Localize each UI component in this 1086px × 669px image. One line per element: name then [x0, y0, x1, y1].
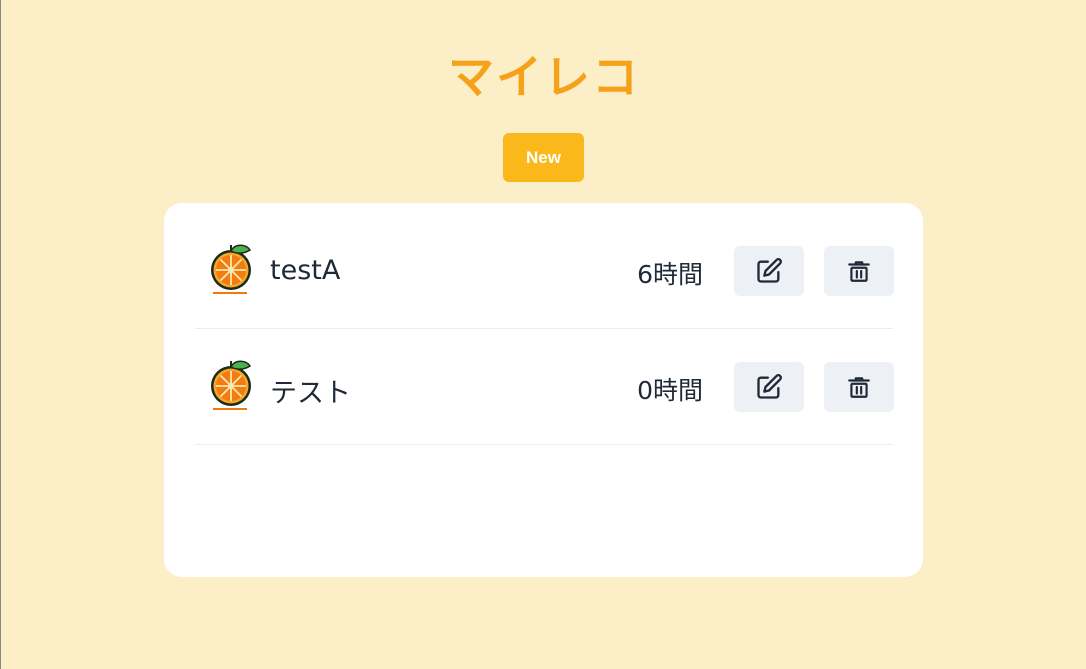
- record-name: テスト: [270, 378, 351, 409]
- delete-button[interactable]: [824, 362, 894, 412]
- record-row: テスト 0時間: [195, 329, 894, 445]
- edit-button[interactable]: [734, 362, 804, 412]
- new-button[interactable]: New: [503, 133, 584, 182]
- edit-icon: [757, 374, 782, 399]
- record-hours: 6時間: [637, 260, 703, 289]
- record-name: testA: [270, 255, 341, 286]
- trash-icon: [848, 377, 870, 398]
- edit-button[interactable]: [734, 246, 804, 296]
- orange-icon: [211, 244, 252, 294]
- record-row: testA 6時間: [195, 213, 894, 329]
- edit-icon: [757, 258, 782, 283]
- app-title: マイレコ: [448, 50, 640, 104]
- records-card: testA 6時間 テスト 0時間: [164, 203, 923, 577]
- orange-icon: [211, 360, 252, 410]
- trash-icon: [848, 261, 870, 282]
- delete-button[interactable]: [824, 246, 894, 296]
- record-hours: 0時間: [637, 376, 703, 405]
